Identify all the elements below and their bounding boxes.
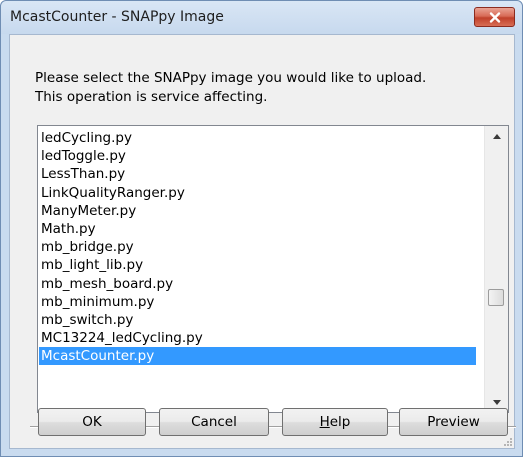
instruction-line-1: Please select the SNAPpy image you would… — [35, 70, 427, 86]
list-item[interactable]: LinkQualityRanger.py — [39, 184, 476, 202]
list-item[interactable]: ManyMeter.py — [39, 202, 476, 220]
window-title: McastCounter - SNAPpy Image — [10, 9, 224, 25]
help-button-label: Help — [319, 414, 351, 430]
vertical-scrollbar[interactable] — [484, 126, 508, 412]
close-icon — [489, 11, 500, 23]
instruction-line-2: This operation is service affecting. — [35, 89, 268, 105]
list-item[interactable]: LessThan.py — [39, 165, 476, 183]
scroll-up-button[interactable] — [485, 126, 508, 146]
list-item[interactable]: mb_light_lib.py — [39, 256, 476, 274]
cancel-button-label: Cancel — [191, 414, 237, 430]
cancel-button[interactable]: Cancel — [159, 408, 269, 436]
help-button[interactable]: Help — [282, 408, 388, 436]
scroll-up-arrow-icon — [492, 133, 501, 139]
preview-button[interactable]: Preview — [399, 408, 508, 436]
list-item[interactable]: MC13224_ledCycling.py — [39, 329, 476, 347]
close-button[interactable] — [474, 7, 515, 27]
resize-grip-icon[interactable] — [502, 436, 512, 446]
list-item[interactable]: Math.py — [39, 220, 476, 238]
ok-button-label: OK — [82, 414, 102, 430]
list-item[interactable]: ledToggle.py — [39, 147, 476, 165]
image-listbox[interactable]: ledCycling.py ledToggle.py LessThan.py L… — [37, 125, 509, 413]
list-item[interactable]: ledCycling.py — [39, 129, 476, 147]
dialog-body: Please select the SNAPpy image you would… — [9, 34, 516, 449]
dialog-window: McastCounter - SNAPpy Image Please selec… — [0, 0, 523, 457]
list-item[interactable]: mb_minimum.py — [39, 293, 476, 311]
list-item[interactable]: mb_switch.py — [39, 311, 476, 329]
ok-button[interactable]: OK — [38, 408, 146, 436]
preview-button-label: Preview — [427, 414, 480, 430]
list-item[interactable]: mb_bridge.py — [39, 238, 476, 256]
instruction-message: Please select the SNAPpy image you would… — [35, 69, 426, 107]
image-list: ledCycling.py ledToggle.py LessThan.py L… — [39, 129, 476, 366]
title-bar[interactable]: McastCounter - SNAPpy Image — [1, 1, 522, 34]
scroll-down-arrow-icon — [492, 399, 501, 405]
list-item[interactable]: mb_mesh_board.py — [39, 275, 476, 293]
scroll-thumb[interactable] — [488, 289, 504, 306]
list-item-selected[interactable]: McastCounter.py — [39, 347, 476, 366]
